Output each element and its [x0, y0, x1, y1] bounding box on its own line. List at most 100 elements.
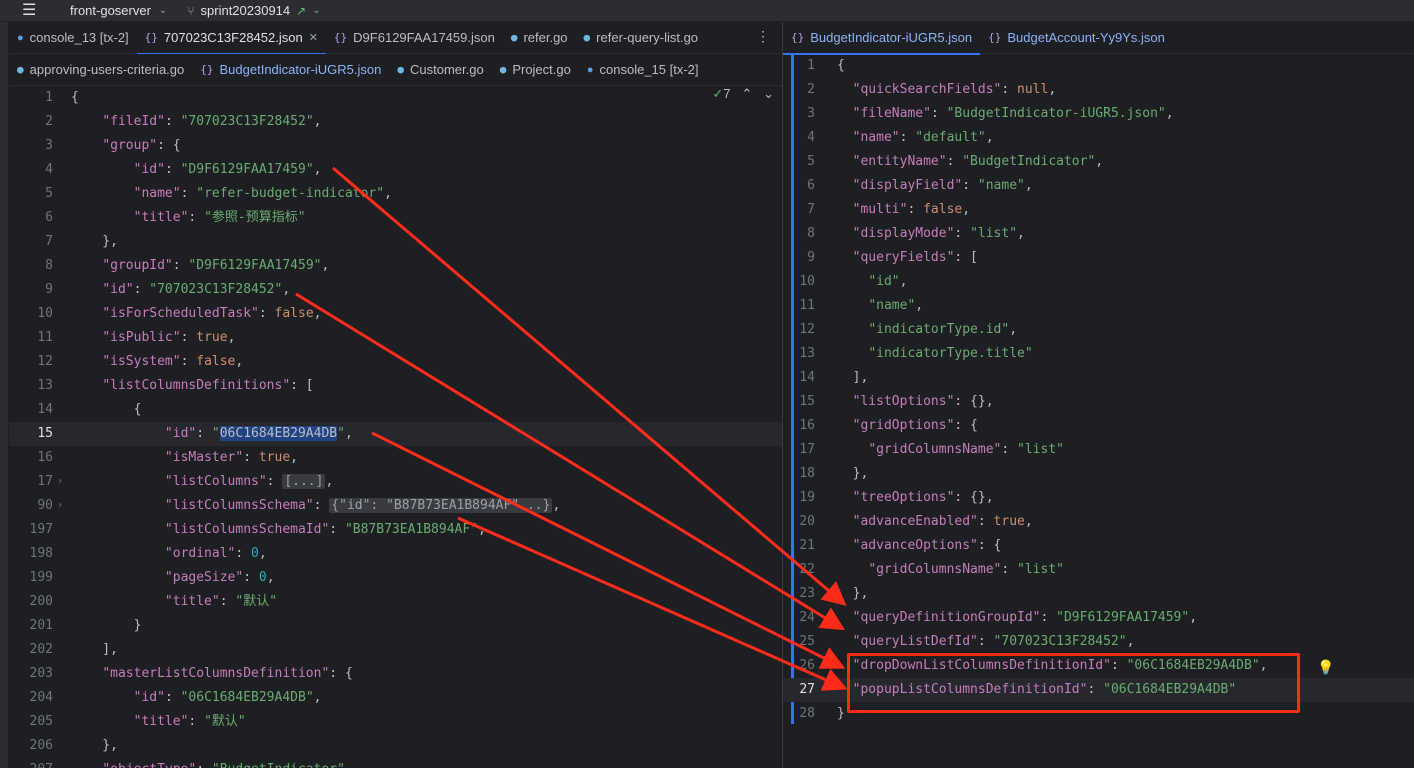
tab-project-go[interactable]: ● Project.go [492, 54, 579, 86]
tab-d9f6129faa17459-json[interactable]: {} D9F6129FAA17459.json [326, 22, 503, 54]
code-line[interactable]: 204 "id": "06C1684EB29A4DB", [9, 686, 782, 710]
main-menu-icon[interactable]: ☰ [22, 2, 52, 18]
line-number: 4 [45, 162, 53, 177]
code-line[interactable]: 6 "displayField": "name", [783, 174, 1414, 198]
code-line[interactable]: 16 "isMaster": true, [9, 446, 782, 470]
code-token: "list" [1017, 442, 1064, 457]
code-line[interactable]: 11 "isPublic": true, [9, 326, 782, 350]
code-line[interactable]: 90 › "listColumnsSchema": {"id": "B87B73E… [9, 494, 782, 518]
code-line[interactable]: 206 }, [9, 734, 782, 758]
project-name[interactable]: front-goserver [70, 3, 151, 18]
lightbulb-icon[interactable]: 💡 [1317, 659, 1334, 676]
code-line[interactable]: 15 "listOptions": {}, [783, 390, 1414, 414]
tab-budgetindicator-iugr5-json[interactable]: {} BudgetIndicator-iUGR5.json [783, 22, 981, 55]
tab-refer-query-list-go[interactable]: ● refer-query-list.go [576, 22, 707, 54]
code-line[interactable]: 15 "id": "06C1684EB29A4DB", [9, 422, 782, 446]
chevron-down-icon[interactable]: ⌄ [159, 5, 167, 16]
code-token: "masterListColumnsDefinition" [102, 666, 330, 681]
code-line[interactable]: 7 }, [9, 230, 782, 254]
tab-customer-go[interactable]: ● Customer.go [389, 54, 491, 86]
code-line[interactable]: 8 "groupId": "D9F6129FAA17459", [9, 254, 782, 278]
code-token: "BudgetIndicator-iUGR5.json" [946, 106, 1166, 121]
code-line[interactable]: 2 "quickSearchFields": null, [783, 78, 1414, 102]
code-line[interactable]: 24 "queryDefinitionGroupId": "D9F6129FAA… [783, 606, 1414, 630]
chevron-down-icon[interactable]: ⌄ [312, 5, 320, 16]
code-line[interactable]: 19 "treeOptions": {}, [783, 486, 1414, 510]
code-line[interactable]: 5 "entityName": "BudgetIndicator", [783, 150, 1414, 174]
code-line[interactable]: 25 "queryListDefId": "707023C13F28452", [783, 630, 1414, 654]
code-line[interactable]: 18 }, [783, 462, 1414, 486]
tab-label: BudgetIndicator-iUGR5.json [810, 30, 973, 45]
code-token: ], [837, 370, 869, 385]
code-text: "id": "06C1684EB29A4DB", [71, 686, 322, 710]
tab-approving-users-criteria-go[interactable]: ● approving-users-criteria.go [9, 54, 192, 86]
code-line[interactable]: 1{ [783, 54, 1414, 78]
code-line[interactable]: 200 "title": "默认" [9, 590, 782, 614]
code-line[interactable]: 199 "pageSize": 0, [9, 566, 782, 590]
code-line[interactable]: 202 ], [9, 638, 782, 662]
code-line[interactable]: 17 › "listColumns": [...], [9, 470, 782, 494]
line-number: 4 [807, 130, 815, 145]
code-line[interactable]: 4 "name": "default", [783, 126, 1414, 150]
line-number: 9 [807, 250, 815, 265]
code-editor[interactable]: 1{2 "quickSearchFields": null, 3 "fileNam… [783, 54, 1414, 726]
code-line[interactable]: 5 "name": "refer-budget-indicator", [9, 182, 782, 206]
code-line[interactable]: 9 "id": "707023C13F28452", [9, 278, 782, 302]
tab-707023c13f28452-json[interactable]: {} 707023C13F28452.json ✕ [136, 22, 327, 55]
code-line[interactable]: 2 "fileId": "707023C13F28452", [9, 110, 782, 134]
code-line[interactable]: 14 ], [783, 366, 1414, 390]
code-text: "advanceOptions": { [837, 534, 1002, 558]
code-token: , [1024, 178, 1033, 193]
branch-name[interactable]: sprint20230914 [201, 3, 291, 18]
fold-chevron-icon[interactable]: › [57, 470, 63, 494]
tab-console-15-tx-2[interactable]: ● console_15 [tx-2] [579, 54, 707, 86]
code-line[interactable]: 3 "group": { [9, 134, 782, 158]
code-line[interactable]: 16 "gridOptions": { [783, 414, 1414, 438]
code-line[interactable]: 6 "title": "参照-预算指标" [9, 206, 782, 230]
code-line[interactable]: 1{ [9, 86, 782, 110]
code-line[interactable]: 14 { [9, 398, 782, 422]
code-line[interactable]: 8 "displayMode": "list", [783, 222, 1414, 246]
code-line[interactable]: 9 "queryFields": [ [783, 246, 1414, 270]
fold-chevron-icon[interactable]: › [57, 494, 63, 518]
code-token: }, [837, 466, 869, 481]
code-line[interactable]: 10 "id", [783, 270, 1414, 294]
code-token: , [478, 522, 486, 537]
code-line[interactable]: 17 "gridColumnsName": "list" [783, 438, 1414, 462]
code-line[interactable]: 197 "listColumnsSchemaId": "B87B73EA1B89… [9, 518, 782, 542]
folded-region[interactable]: {"id": "B87B73EA1B894AF"...} [329, 498, 553, 513]
code-line[interactable]: 23 }, [783, 582, 1414, 606]
code-line[interactable]: 12 "isSystem": false, [9, 350, 782, 374]
code-line[interactable]: 201 } [9, 614, 782, 638]
code-editor[interactable]: ✓7 ⌃ ⌄ 1{2 "fileId": "707023C13F28452", 3… [9, 86, 782, 768]
close-icon[interactable]: ✕ [309, 31, 318, 44]
tab-refer-go[interactable]: ● refer.go [503, 22, 576, 54]
code-token: "queryListDefId" [852, 634, 978, 649]
tab-console-13-tx-2[interactable]: ● console_13 [tx-2] [9, 22, 137, 54]
code-line[interactable]: 205 "title": "默认" [9, 710, 782, 734]
tab-budgetindicator-iugr5-json[interactable]: {} BudgetIndicator-iUGR5.json [192, 54, 389, 86]
folded-region[interactable]: [...] [282, 474, 326, 489]
code-token: : [172, 258, 189, 273]
code-line[interactable]: 207 "objectType": "BudgetIndicator" [9, 758, 782, 768]
code-line[interactable]: 13 "indicatorType.title" [783, 342, 1414, 366]
code-line[interactable]: 198 "ordinal": 0, [9, 542, 782, 566]
code-line[interactable]: 21 "advanceOptions": { [783, 534, 1414, 558]
code-line[interactable]: 4 "id": "D9F6129FAA17459", [9, 158, 782, 182]
code-line[interactable]: 7 "multi": false, [783, 198, 1414, 222]
code-line[interactable]: 203 "masterListColumnsDefinition": { [9, 662, 782, 686]
code-line[interactable]: 20 "advanceEnabled": true, [783, 510, 1414, 534]
more-tabs-icon[interactable]: ⋮ [756, 28, 770, 45]
code-line[interactable]: 12 "indicatorType.id", [783, 318, 1414, 342]
code-line[interactable]: 3 "fileName": "BudgetIndicator-iUGR5.jso… [783, 102, 1414, 126]
code-line[interactable]: 10 "isForScheduledTask": false, [9, 302, 782, 326]
tab-budgetaccount-yy9ys-json[interactable]: {} BudgetAccount-Yy9Ys.json [980, 22, 1173, 54]
code-token: : [954, 226, 971, 241]
code-line[interactable]: 22 "gridColumnsName": "list" [783, 558, 1414, 582]
code-token: "B87B73EA1B894AF" [344, 522, 479, 537]
code-line[interactable]: 11 "name", [783, 294, 1414, 318]
code-line[interactable]: 13 "listColumnsDefinitions": [ [9, 374, 782, 398]
